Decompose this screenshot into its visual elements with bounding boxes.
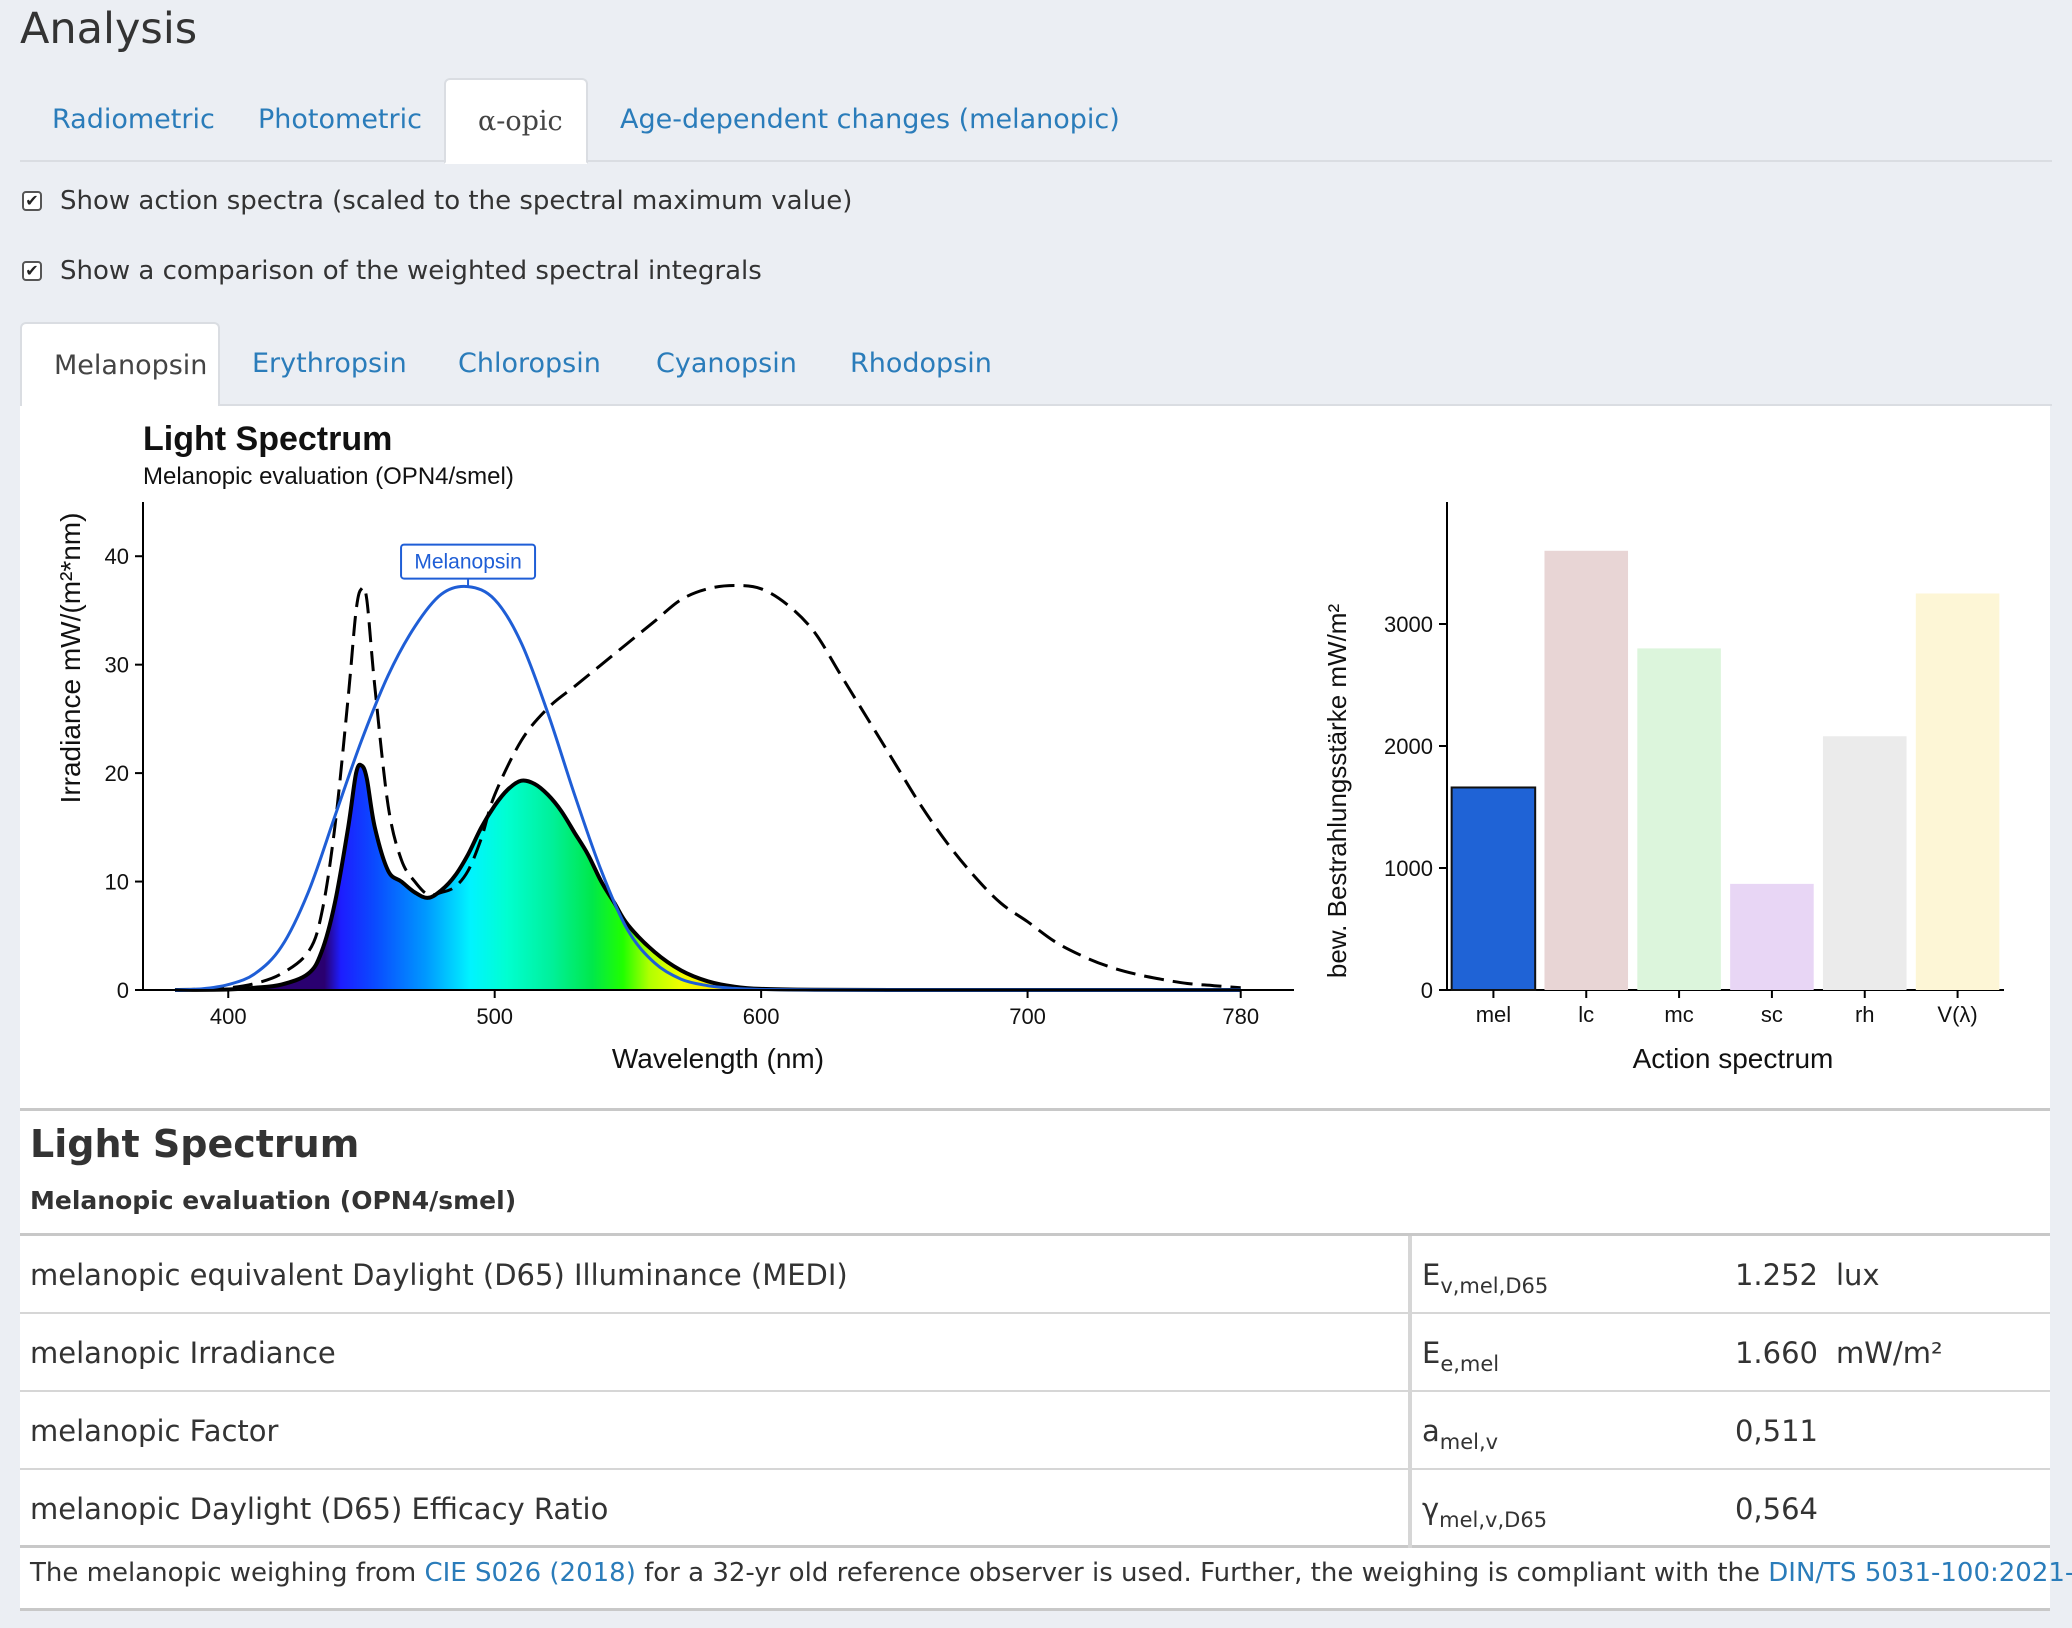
symbol-subscript: v,mel,D65 xyxy=(1440,1274,1549,1298)
bar-3 xyxy=(1730,883,1814,990)
y-tick-label: 2000 xyxy=(1384,734,1433,759)
bar-2 xyxy=(1637,648,1721,990)
column-divider xyxy=(1408,1392,1412,1470)
row-value: 0,511 xyxy=(1734,1414,1818,1448)
bar-chart-ylabel: bew. Bestrahlungsstärke mW/m² xyxy=(1322,604,1352,979)
line-chart-x-ticks: 400 500 600 700 780 xyxy=(210,990,1259,1029)
table-title: Light Spectrum xyxy=(30,1122,360,1166)
row-unit: mW/m² xyxy=(1836,1336,1943,1370)
charts: Light Spectrum Melanopic evaluation (OPN… xyxy=(55,420,2004,1074)
bar-category-label: mel xyxy=(1476,1002,1511,1027)
table-row: melanopic equivalent Daylight (D65) Illu… xyxy=(20,1236,2050,1314)
bar-category-label: lc xyxy=(1578,1002,1594,1027)
row-value: 1.660 xyxy=(1734,1336,1818,1370)
tab-age-dependent[interactable]: Age-dependent changes (melanopic) xyxy=(588,78,1120,162)
tab-radiometric[interactable]: Radiometric xyxy=(20,78,226,162)
bar-chart-y-ticks: 0 1000 2000 3000 xyxy=(1384,612,1447,1003)
x-tick-label: 780 xyxy=(1222,1004,1259,1029)
row-value: 0,564 xyxy=(1734,1492,1818,1526)
y-tick-label: 40 xyxy=(105,544,129,569)
table-row: melanopic Daylight (D65) Efficacy Ratio … xyxy=(20,1470,2050,1548)
symbol-base: E xyxy=(1422,1336,1441,1370)
row-symbol: γmel,v,D65 xyxy=(1422,1470,1547,1559)
x-tick-label: 600 xyxy=(743,1004,780,1029)
content-panel: Light Spectrum Melanopic evaluation (OPN… xyxy=(20,406,2072,1611)
option-label: Show action spectra (scaled to the spect… xyxy=(60,186,853,216)
din-ts-link[interactable]: DIN/TS 5031-100:2021-11 xyxy=(1768,1558,2072,1588)
page-title: Analysis xyxy=(20,4,198,54)
checkbox-action-spectra[interactable]: ✔ xyxy=(22,191,42,211)
cie-s026-link[interactable]: CIE S026 (2018) xyxy=(424,1558,635,1588)
y-tick-label: 3000 xyxy=(1384,612,1433,637)
footnote: The melanopic weighing from CIE S026 (20… xyxy=(30,1558,2072,1588)
option-show-action-spectra[interactable]: ✔ Show action spectra (scaled to the spe… xyxy=(22,186,852,216)
tab-erythropsin[interactable]: Erythropsin xyxy=(220,322,426,406)
tab-melanopsin[interactable]: Melanopsin xyxy=(20,322,220,408)
row-value: 1.252 xyxy=(1734,1258,1818,1292)
spectrum-fill xyxy=(175,764,1241,990)
symbol-subscript: mel,v,D65 xyxy=(1439,1508,1548,1532)
row-label: melanopic Daylight (D65) Efficacy Ratio xyxy=(30,1492,609,1526)
x-tick-label: 700 xyxy=(1009,1004,1046,1029)
option-show-comparison[interactable]: ✔ Show a comparison of the weighted spec… xyxy=(22,256,762,286)
main-tabs: Radiometric Photometric α-opic Age-depen… xyxy=(20,78,2052,164)
bar-1 xyxy=(1544,550,1629,990)
bar-5 xyxy=(1915,593,2000,990)
symbol-subscript: e,mel xyxy=(1440,1352,1500,1376)
symbol-base: γ xyxy=(1422,1492,1440,1526)
bar-category-label: V(λ) xyxy=(1937,1002,1977,1027)
tab-photometric[interactable]: Photometric xyxy=(226,78,444,162)
bar-category-label: rh xyxy=(1855,1002,1875,1027)
symbol-base: a xyxy=(1422,1414,1440,1448)
column-divider xyxy=(1408,1470,1412,1548)
y-tick-label: 30 xyxy=(105,653,129,678)
column-divider xyxy=(1408,1236,1412,1314)
row-symbol: amel,v xyxy=(1422,1392,1498,1481)
row-unit: lux xyxy=(1836,1258,1880,1292)
panel-bottom-border xyxy=(20,1608,2050,1611)
row-label: melanopic equivalent Daylight (D65) Illu… xyxy=(30,1258,848,1292)
footnote-text-2: for a 32-yr old reference observer is us… xyxy=(635,1558,1769,1588)
option-label: Show a comparison of the weighted spectr… xyxy=(60,256,762,286)
checkbox-comparison[interactable]: ✔ xyxy=(22,261,42,281)
x-tick-label: 500 xyxy=(476,1004,513,1029)
tab-alpha-opic-label: α-opic xyxy=(478,106,563,137)
table-row: melanopic Factor amel,v 0,511 xyxy=(20,1392,2050,1470)
row-symbol: Ee,mel xyxy=(1422,1314,1499,1403)
line-chart-y-ticks: 0 10 20 30 40 xyxy=(105,544,143,1003)
tab-chloropsin[interactable]: Chloropsin xyxy=(426,322,624,406)
y-tick-label: 0 xyxy=(117,978,129,1003)
bar-0 xyxy=(1450,786,1537,992)
line-chart-ylabel: Irradiance mW/(m²*nm) xyxy=(55,513,86,804)
bar-chart-xlabel: Action spectrum xyxy=(1633,1043,1834,1074)
row-label: melanopic Irradiance xyxy=(30,1336,336,1370)
y-tick-label: 20 xyxy=(105,761,129,786)
bar-4 xyxy=(1822,736,1907,990)
symbol-subscript: mel,v xyxy=(1439,1430,1499,1454)
tab-rhodopsin[interactable]: Rhodopsin xyxy=(818,322,1016,406)
line-chart-subtitle: Melanopic evaluation (OPN4/smel) xyxy=(143,463,514,490)
photoreceptor-tabs: Melanopsin Erythropsin Chloropsin Cyanop… xyxy=(20,322,2052,408)
column-divider xyxy=(1408,1314,1412,1392)
bar-category-label: sc xyxy=(1761,1002,1783,1027)
bar-category-label: mc xyxy=(1664,1002,1693,1027)
x-tick-label: 400 xyxy=(210,1004,247,1029)
melanopsin-annotation: Melanopsin xyxy=(400,543,537,587)
line-chart-xlabel: Wavelength (nm) xyxy=(612,1043,824,1074)
table-row: melanopic Irradiance Ee,mel 1.660 mW/m² xyxy=(20,1314,2050,1392)
y-tick-label: 0 xyxy=(1421,978,1433,1003)
row-label: melanopic Factor xyxy=(30,1414,279,1448)
row-symbol: Ev,mel,D65 xyxy=(1422,1236,1548,1325)
line-chart-title: Light Spectrum xyxy=(143,420,392,458)
table-subtitle: Melanopic evaluation (OPN4/smel) xyxy=(30,1186,517,1215)
annotation-text: Melanopsin xyxy=(414,551,521,574)
y-tick-label: 1000 xyxy=(1384,856,1433,881)
section-divider xyxy=(20,1108,2050,1111)
y-tick-label: 10 xyxy=(105,870,129,895)
footnote-text-1: The melanopic weighing from xyxy=(30,1558,425,1588)
symbol-base: E xyxy=(1422,1258,1441,1292)
bar-chart-bars: mel lc mc sc rh V(λ) xyxy=(1450,550,2000,1027)
tab-alpha-opic[interactable]: α-opic xyxy=(444,78,588,164)
tab-cyanopsin[interactable]: Cyanopsin xyxy=(624,322,818,406)
